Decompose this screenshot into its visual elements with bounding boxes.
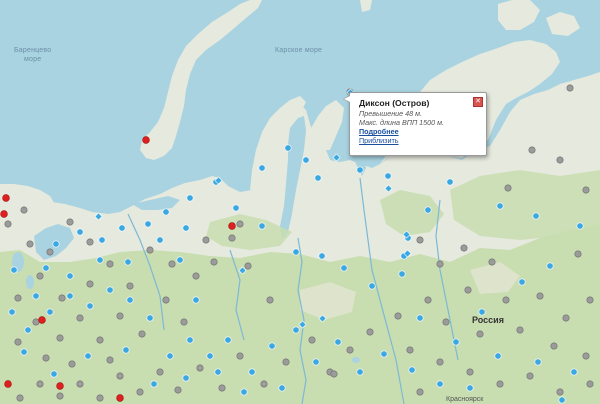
popup-pointer <box>343 95 350 103</box>
country-label-russia: Россия <box>472 315 504 325</box>
info-popup: ✕ Диксон (Остров) Превышение 48 м. Макс.… <box>343 92 487 156</box>
map-base <box>0 0 600 404</box>
sea-label-barents: Баренцево море <box>14 47 52 63</box>
popup-elevation: Превышение 48 м. <box>359 109 423 118</box>
forest-zone <box>450 170 600 240</box>
close-icon[interactable]: ✕ <box>473 97 483 107</box>
popup-zoom-link[interactable]: Приблизить <box>359 136 472 145</box>
sea-label-kara: Карское море <box>275 47 323 54</box>
popup-title: Диксон (Остров) <box>359 98 430 108</box>
lake <box>352 357 360 363</box>
popup-more-link[interactable]: Подробнее <box>359 127 472 136</box>
city-label-krasnoyarsk: Красноярск <box>446 396 484 403</box>
map-view[interactable]: Баренцево море Карское море Россия Красн… <box>0 0 600 404</box>
popup-runway-length: Макс. длина ВПП 1500 м. <box>359 118 445 127</box>
lake <box>26 275 34 289</box>
